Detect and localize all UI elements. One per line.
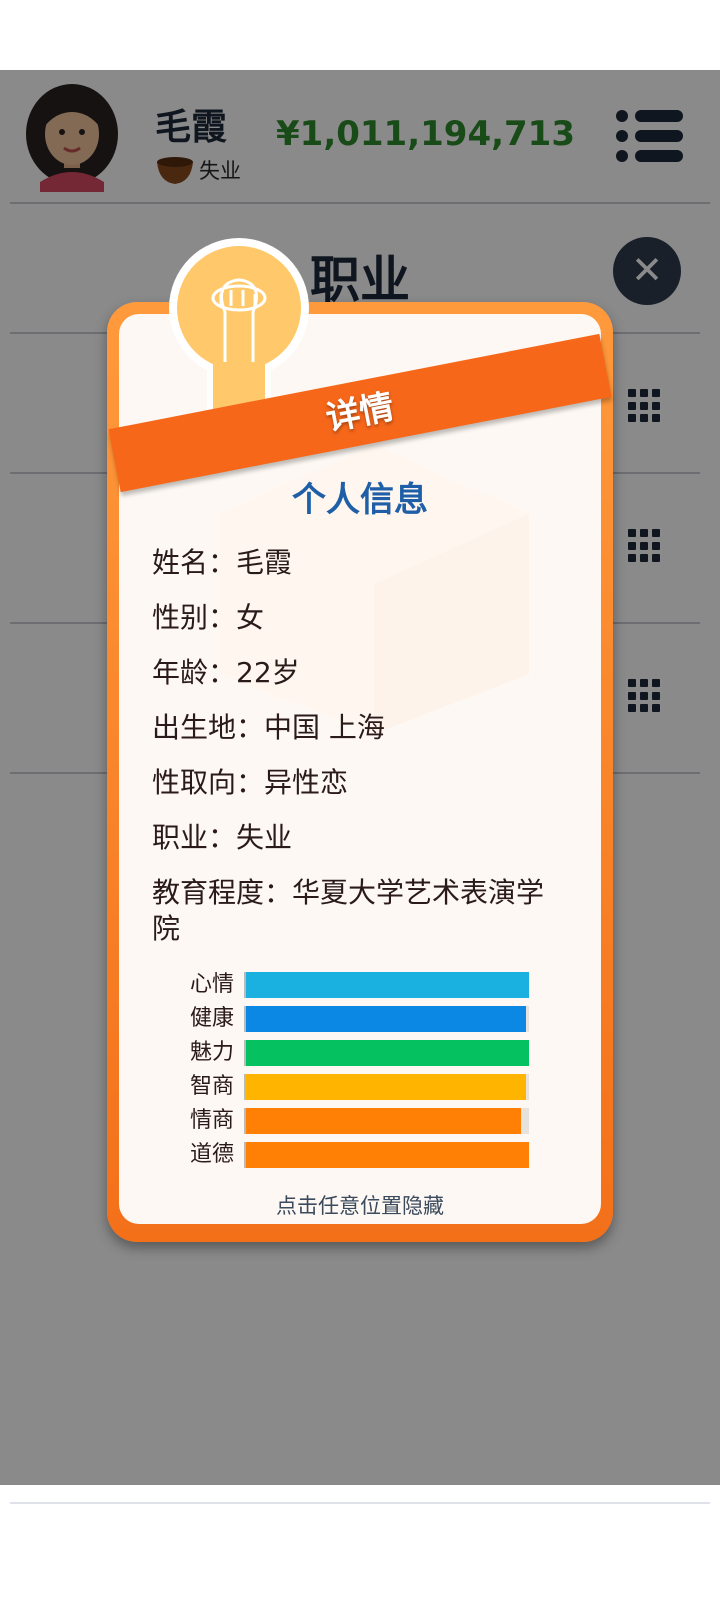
- stat-label: 心情: [189, 972, 234, 997]
- stat-row-morality: 道德: [170, 1140, 540, 1174]
- stat-track: [244, 1108, 529, 1134]
- stat-row-mood: 心情: [170, 970, 540, 1004]
- stat-track: [244, 1074, 529, 1100]
- stat-bars: 心情 健康 魅力 智商 情商 道德: [170, 970, 540, 1174]
- stat-row-charm: 魅力: [170, 1038, 540, 1072]
- divider: [10, 1502, 710, 1504]
- stat-label: 情商: [189, 1108, 234, 1133]
- stat-track: [244, 1142, 529, 1168]
- info-education: 教育程度：华夏大学艺术表演学院: [152, 876, 545, 945]
- stat-track: [244, 1040, 529, 1066]
- screen: 毛霞 失业 ¥1,011,194,713 职业 ✕ 详情 个人信息 姓名：毛霞 …: [0, 0, 720, 1600]
- stat-row-eq: 情商: [170, 1106, 540, 1140]
- stat-label: 智商: [189, 1074, 234, 1099]
- info-name: 姓名：毛霞: [152, 546, 293, 579]
- modal-title: 个人信息: [292, 480, 428, 520]
- stat-track: [244, 972, 529, 998]
- stat-fill: [246, 972, 529, 998]
- stat-row-health: 健康: [170, 1004, 540, 1038]
- stat-fill: [246, 1108, 521, 1134]
- info-birthplace: 出生地：中国 上海: [152, 711, 385, 744]
- info-age: 年龄：22岁: [152, 656, 300, 689]
- stat-fill: [246, 1142, 529, 1168]
- stat-row-iq: 智商: [170, 1072, 540, 1106]
- dismiss-hint: 点击任意位置隐藏: [276, 1194, 444, 1218]
- stat-label: 健康: [189, 1006, 234, 1031]
- personal-info: 姓名：毛霞 性别：女 年龄：22岁 出生地：中国 上海 性取向：异性恋 职业：失…: [152, 545, 572, 947]
- stat-label: 魅力: [189, 1040, 234, 1065]
- stat-fill: [246, 1040, 529, 1066]
- info-gender: 性别：女: [152, 601, 265, 634]
- stat-fill: [246, 1006, 527, 1032]
- stat-track: [244, 1006, 529, 1032]
- info-orientation: 性取向：异性恋: [152, 766, 349, 799]
- info-job: 职业：失业: [152, 821, 293, 854]
- stat-fill: [246, 1074, 527, 1100]
- stat-label: 道德: [189, 1142, 234, 1167]
